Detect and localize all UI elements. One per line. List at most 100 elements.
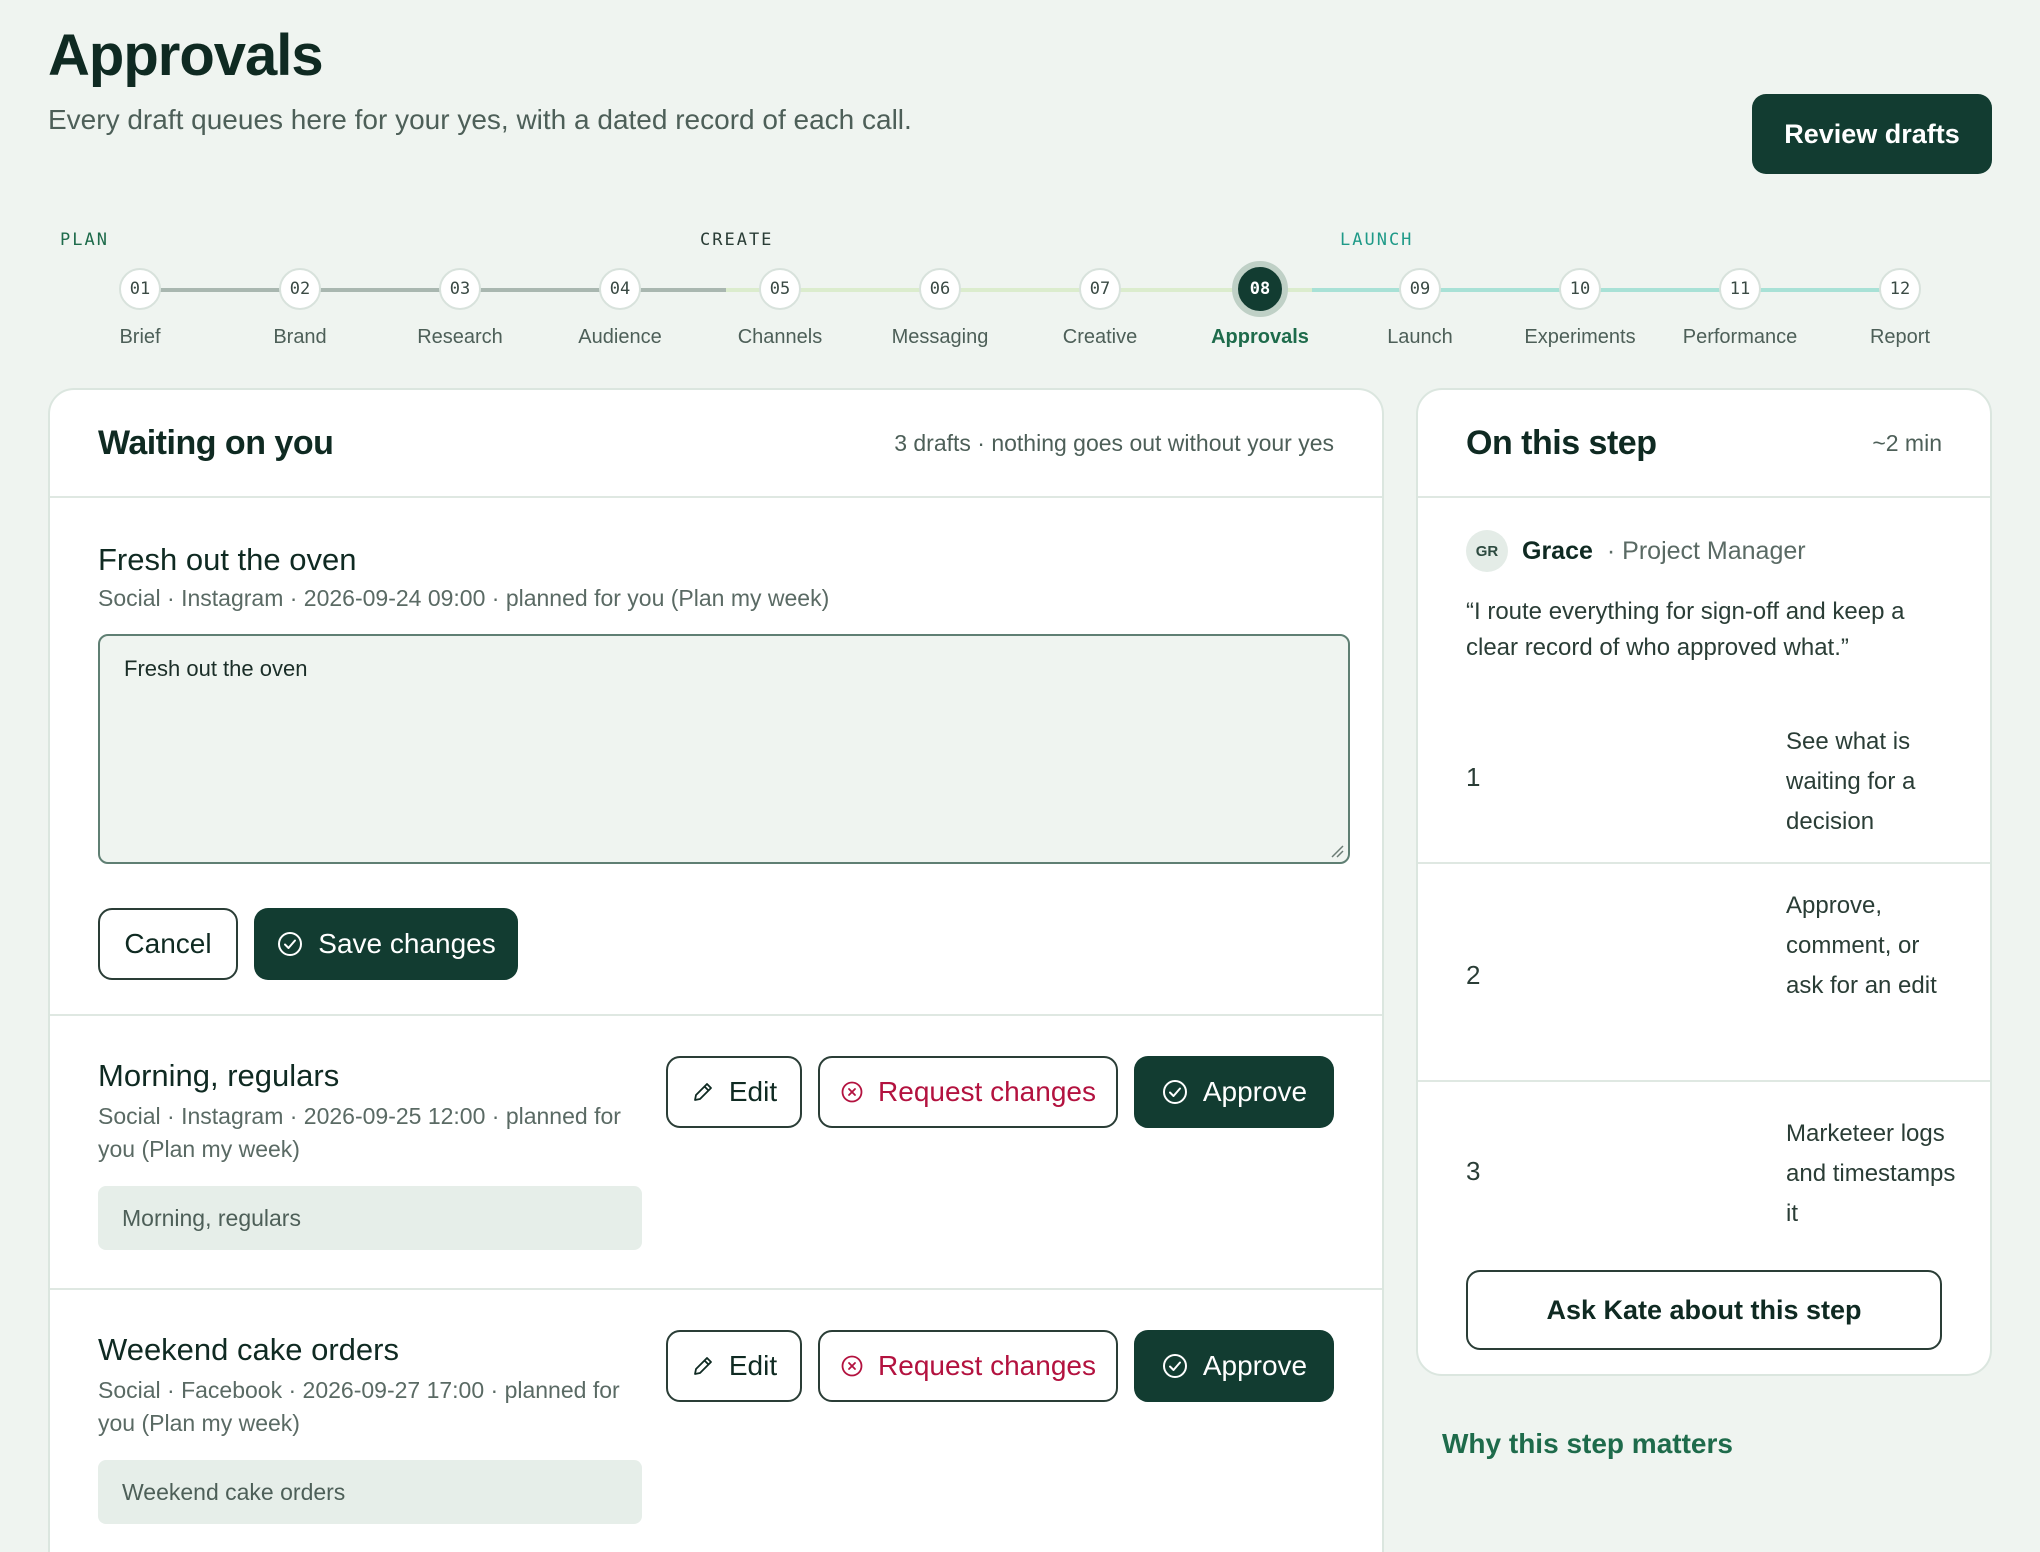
pencil-icon bbox=[693, 1357, 712, 1375]
check-circle-icon bbox=[1162, 1080, 1187, 1104]
queue-title: Waiting on you bbox=[98, 423, 334, 462]
tip-number: 1 bbox=[1466, 762, 1481, 792]
step-audience[interactable]: 04 Audience bbox=[540, 268, 700, 349]
step-label: Performance bbox=[1682, 326, 1798, 348]
step-research[interactable]: 03 Research bbox=[380, 268, 540, 349]
draft-preview: Weekend cake orders bbox=[98, 1460, 642, 1524]
x-circle-icon bbox=[841, 1355, 863, 1377]
step-number: 05 bbox=[759, 268, 801, 310]
request-changes-label: Request changes bbox=[878, 1350, 1096, 1381]
draft-meta: Social · Facebook · 2026-09-27 17:00 · p… bbox=[98, 1377, 620, 1436]
step-label: Audience bbox=[578, 326, 662, 348]
guide-title: On this step bbox=[1466, 423, 1657, 462]
step-creative[interactable]: 07 Creative bbox=[1020, 268, 1180, 349]
step-number: 12 bbox=[1879, 268, 1921, 310]
step-label: Brief bbox=[119, 326, 161, 348]
edit-button[interactable]: Edit bbox=[666, 1330, 802, 1402]
save-changes-label: Save changes bbox=[318, 928, 496, 959]
step-label: Experiments bbox=[1524, 326, 1636, 348]
step-number: 06 bbox=[919, 268, 961, 310]
tip-number: 2 bbox=[1466, 960, 1481, 990]
check-circle-icon bbox=[1162, 1354, 1187, 1378]
x-circle-icon bbox=[841, 1081, 863, 1103]
step-number: 04 bbox=[599, 268, 641, 310]
persona-role: · Project Manager bbox=[1606, 536, 1806, 565]
step-label: Creative bbox=[1062, 326, 1138, 348]
tip-text: Approve, comment, or ask for an edit bbox=[1786, 892, 1937, 999]
step-number: 01 bbox=[119, 268, 161, 310]
step-channels[interactable]: 05 Channels bbox=[700, 268, 860, 349]
tip-text: Marketeer logs and timestamps it bbox=[1786, 1120, 1956, 1227]
draft-editor-textarea[interactable]: Fresh out the oven bbox=[98, 634, 1350, 864]
why-step-matters-link[interactable]: Why this step matters bbox=[1442, 1428, 1733, 1460]
step-brand[interactable]: 02 Brand bbox=[220, 268, 380, 349]
step-number: 11 bbox=[1719, 268, 1761, 310]
approve-label: Approve bbox=[1202, 1076, 1308, 1107]
approve-button[interactable]: Approve bbox=[1134, 1330, 1334, 1402]
draft-item-editing: Fresh out the oven Social · Instagram · … bbox=[50, 498, 1382, 1016]
draft-meta: Social · Instagram · 2026-09-25 12:00 · … bbox=[98, 1103, 621, 1162]
step-report[interactable]: 12 Report bbox=[1820, 268, 1980, 349]
step-label: Messaging bbox=[891, 326, 989, 348]
persona: GR Grace · Project Manager bbox=[1466, 530, 1806, 572]
step-number: 02 bbox=[279, 268, 321, 310]
step-approvals[interactable]: 08 Approvals bbox=[1180, 261, 1340, 349]
step-launch[interactable]: 09 Launch bbox=[1340, 268, 1500, 349]
request-changes-label: Request changes bbox=[878, 1076, 1096, 1107]
page-title: Approvals bbox=[48, 23, 324, 88]
step-experiments[interactable]: 10 Experiments bbox=[1500, 268, 1660, 349]
edit-button[interactable]: Edit bbox=[666, 1056, 802, 1128]
step-label: Approvals bbox=[1211, 326, 1309, 348]
save-changes-button[interactable]: Save changes bbox=[254, 908, 518, 980]
step-number: 10 bbox=[1559, 268, 1601, 310]
step-brief[interactable]: 01 Brief bbox=[60, 268, 220, 349]
edit-label: Edit bbox=[728, 1350, 778, 1381]
cancel-button[interactable]: Cancel bbox=[98, 908, 238, 980]
check-circle-icon bbox=[278, 932, 303, 956]
approve-button[interactable]: Approve bbox=[1134, 1056, 1334, 1128]
step-number: 03 bbox=[439, 268, 481, 310]
persona-name: Grace bbox=[1522, 536, 1593, 565]
guide-header: On this step ~2 min bbox=[1418, 390, 1990, 498]
phase-label-plan: PLAN bbox=[60, 230, 109, 250]
step-guide-card: On this step ~2 min GR Grace · Project M… bbox=[1416, 388, 1992, 1376]
step-number: 07 bbox=[1079, 268, 1121, 310]
queue-meta: 3 drafts · nothing goes out without your… bbox=[894, 429, 1334, 456]
step-number: 09 bbox=[1399, 268, 1441, 310]
review-drafts-button[interactable]: Review drafts bbox=[1752, 94, 1992, 174]
draft-meta: Social · Instagram · 2026-09-24 09:00 · … bbox=[98, 585, 830, 611]
draft-title: Morning, regulars bbox=[98, 1058, 340, 1093]
approve-label: Approve bbox=[1202, 1350, 1308, 1381]
step-messaging[interactable]: 06 Messaging bbox=[860, 268, 1020, 349]
approval-queue-card: Waiting on you 3 drafts · nothing goes o… bbox=[48, 388, 1384, 1552]
step-number: 08 bbox=[1232, 261, 1288, 317]
request-changes-button[interactable]: Request changes bbox=[818, 1056, 1118, 1128]
step-label: Report bbox=[1869, 326, 1931, 348]
phase-label-create: CREATE bbox=[700, 230, 774, 250]
queue-header: Waiting on you 3 drafts · nothing goes o… bbox=[50, 390, 1382, 498]
tip-item: 3 Marketeer logs and timestamps it bbox=[1418, 1082, 1990, 1246]
ask-kate-button[interactable]: Ask Kate about this step bbox=[1466, 1270, 1942, 1350]
tip-text: See what is waiting for a decision bbox=[1786, 728, 1916, 835]
step-label: Launch bbox=[1387, 326, 1453, 348]
step-label: Research bbox=[417, 326, 503, 348]
draft-item: Weekend cake orders Social · Facebook · … bbox=[50, 1290, 1382, 1552]
draft-title: Fresh out the oven bbox=[98, 542, 357, 577]
tip-number: 3 bbox=[1466, 1156, 1481, 1186]
approvals-page: Approvals Every draft queues here for yo… bbox=[0, 0, 2040, 1552]
page-subtitle: Every draft queues here for your yes, wi… bbox=[48, 104, 912, 135]
draft-preview: Morning, regulars bbox=[98, 1186, 642, 1250]
request-changes-button[interactable]: Request changes bbox=[818, 1330, 1118, 1402]
tip-item: 2 Approve, comment, or ask for an edit bbox=[1418, 864, 1990, 1082]
step-label: Brand bbox=[273, 326, 327, 348]
step-performance[interactable]: 11 Performance bbox=[1660, 268, 1820, 349]
persona-quote: “I route everything for sign-off and kee… bbox=[1466, 598, 1905, 661]
step-label: Channels bbox=[737, 326, 823, 348]
phase-label-launch: LAUNCH bbox=[1340, 230, 1414, 250]
resize-grip-icon[interactable] bbox=[1330, 844, 1344, 858]
draft-title: Weekend cake orders bbox=[98, 1332, 399, 1367]
draft-item: Morning, regulars Social · Instagram · 2… bbox=[50, 1016, 1382, 1290]
edit-label: Edit bbox=[728, 1076, 778, 1107]
editor-value: Fresh out the oven bbox=[124, 656, 308, 681]
tip-item: 1 See what is waiting for a decision bbox=[1418, 702, 1990, 864]
